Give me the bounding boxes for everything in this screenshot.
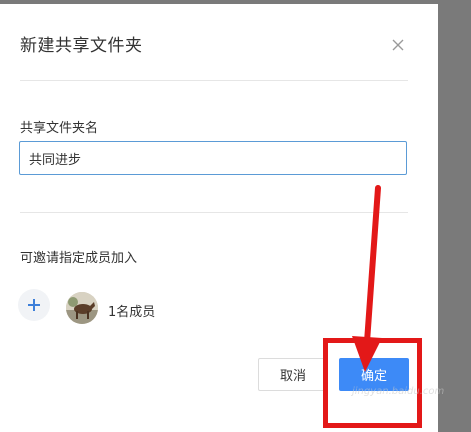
annotation-highlight-box bbox=[323, 338, 422, 428]
cancel-button[interactable]: 取消 bbox=[258, 358, 328, 391]
avatar bbox=[66, 292, 98, 324]
invite-label: 可邀请指定成员加入 bbox=[20, 251, 138, 266]
close-icon[interactable] bbox=[390, 37, 406, 53]
plus-icon bbox=[28, 299, 40, 311]
header-divider bbox=[20, 80, 408, 81]
member-count: 1名成员 bbox=[108, 305, 156, 320]
folder-name-label: 共享文件夹名 bbox=[20, 121, 99, 136]
section-divider bbox=[20, 212, 408, 213]
watermark: jingyan.baidu.com bbox=[352, 386, 445, 397]
folder-name-input[interactable] bbox=[19, 141, 407, 175]
add-member-button[interactable] bbox=[18, 289, 50, 321]
dialog-title: 新建共享文件夹 bbox=[20, 36, 143, 56]
